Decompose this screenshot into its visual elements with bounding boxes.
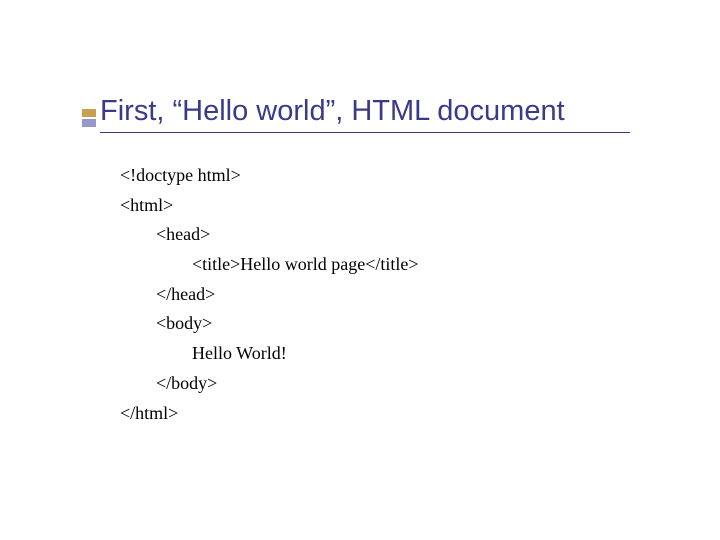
title-decoration-icon <box>82 109 96 129</box>
code-line: </head> <box>120 280 720 310</box>
title-wrapper: First, “Hello world”, HTML document <box>100 95 720 133</box>
code-line: <html> <box>120 191 720 221</box>
code-line: <body> <box>120 309 720 339</box>
code-line: <head> <box>120 220 720 250</box>
code-line: Hello World! <box>120 339 720 369</box>
code-block: <!doctype html> <html> <head> <title>Hel… <box>100 161 720 428</box>
code-line: </html> <box>120 399 720 429</box>
code-line: </body> <box>120 369 720 399</box>
slide-title: First, “Hello world”, HTML document <box>100 95 630 133</box>
slide-container: First, “Hello world”, HTML document <!do… <box>0 0 720 428</box>
code-line: <title>Hello world page</title> <box>120 250 720 280</box>
code-line: <!doctype html> <box>120 161 720 191</box>
